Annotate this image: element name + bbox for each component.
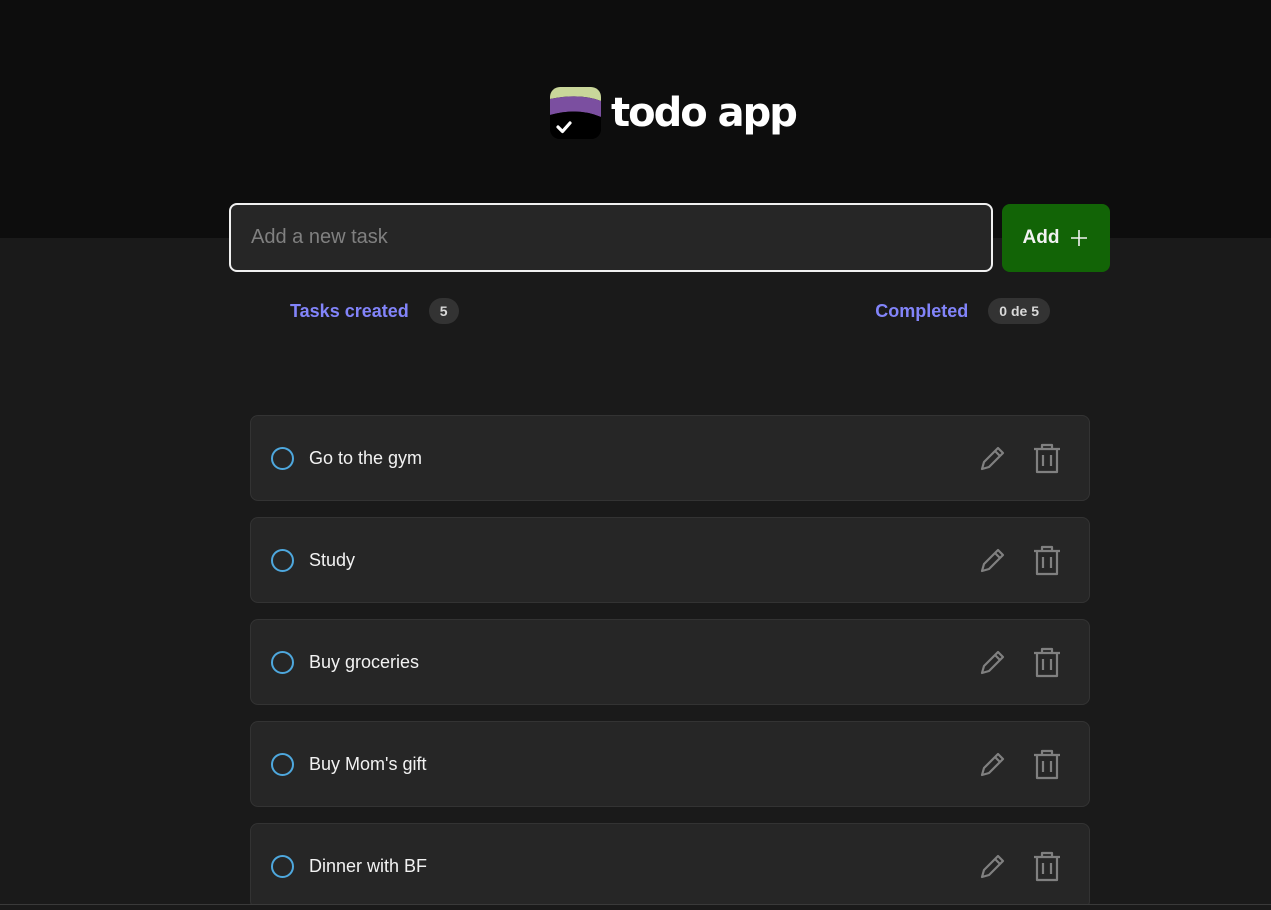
window-bottom-edge [0, 904, 1271, 910]
pencil-icon [980, 650, 1005, 675]
edit-button[interactable] [975, 440, 1011, 476]
trash-icon [1034, 749, 1060, 780]
task-text: Go to the gym [309, 447, 423, 468]
pencil-icon [980, 548, 1005, 573]
edit-button[interactable] [975, 644, 1011, 680]
task-item: Buy groceries [250, 619, 1090, 705]
task-text: Buy Mom's gift [309, 753, 427, 774]
tasks-created-badge: 5 [428, 298, 459, 324]
delete-button[interactable] [1029, 746, 1065, 782]
task-text: Buy groceries [309, 651, 420, 672]
task-item: Study [250, 517, 1090, 603]
delete-button[interactable] [1029, 848, 1065, 884]
task-item: Dinner with BF [250, 823, 1090, 909]
task-text: Dinner with BF [309, 855, 428, 876]
task-checkbox[interactable] [271, 548, 294, 572]
logo-icon [550, 87, 601, 139]
add-button-label: Add [1022, 226, 1060, 248]
trash-icon [1034, 545, 1060, 576]
delete-button[interactable] [1029, 440, 1065, 476]
trash-icon [1034, 647, 1060, 678]
task-list: Go to the gym Study Buy groceries Buy Mo… [250, 415, 1090, 909]
add-task-button[interactable]: Add [1002, 203, 1110, 272]
new-task-form: Add [229, 203, 1110, 272]
task-actions [975, 542, 1065, 578]
edit-button[interactable] [975, 746, 1011, 782]
delete-button[interactable] [1029, 542, 1065, 578]
task-actions [975, 440, 1065, 476]
task-checkbox[interactable] [271, 854, 294, 878]
pencil-icon [980, 752, 1005, 777]
pencil-icon [980, 854, 1005, 879]
task-checkbox[interactable] [271, 752, 294, 776]
trash-icon [1034, 851, 1060, 882]
task-actions [975, 644, 1065, 680]
task-item: Buy Mom's gift [250, 721, 1090, 807]
task-actions [975, 746, 1065, 782]
logo-text: todo app [611, 90, 798, 136]
plus-icon [1071, 229, 1088, 246]
task-item: Go to the gym [250, 415, 1090, 501]
completed-label: Completed [875, 300, 969, 321]
task-counters: Tasks created 5 Completed 0 de 5 [290, 298, 1050, 324]
task-actions [975, 848, 1065, 884]
task-checkbox[interactable] [271, 446, 294, 470]
trash-icon [1034, 443, 1060, 474]
pencil-icon [980, 446, 1005, 471]
tasks-created-counter: Tasks created 5 [290, 298, 459, 324]
completed-counter: Completed 0 de 5 [875, 298, 1050, 324]
edit-button[interactable] [975, 542, 1011, 578]
new-task-input[interactable] [229, 203, 993, 272]
app-logo: todo app [550, 87, 798, 139]
completed-badge: 0 de 5 [988, 298, 1050, 324]
tasks-created-label: Tasks created [290, 300, 409, 321]
task-checkbox[interactable] [271, 650, 294, 674]
task-text: Study [309, 549, 356, 570]
delete-button[interactable] [1029, 644, 1065, 680]
edit-button[interactable] [975, 848, 1011, 884]
